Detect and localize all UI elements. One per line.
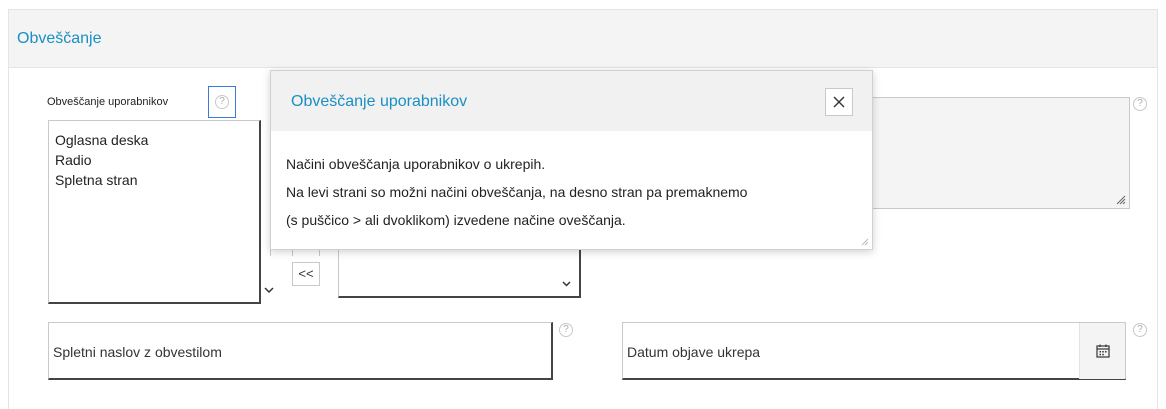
help-icon[interactable]: ? — [559, 323, 573, 337]
help-icon[interactable]: ? — [1133, 97, 1147, 111]
notifications-label: Obveščanje uporabnikov — [47, 96, 169, 108]
popup-close-button[interactable] — [825, 88, 853, 116]
available-options-list: Oglasna deska Radio Spletna stran — [49, 130, 148, 190]
popup-title: Obveščanje uporabnikov — [291, 93, 468, 110]
popup-text-line: Načini obveščanja uporabnikov o ukrepih. — [286, 156, 546, 172]
list-item[interactable]: Oglasna deska — [49, 130, 148, 150]
move-left-label: << — [298, 266, 314, 281]
help-popup: Obveščanje uporabnikov Načini obveščanja… — [270, 70, 873, 250]
date-placeholder: Datum objave ukrepa — [627, 344, 761, 360]
popup-text-line: Na levi strani so možni načini obveščanj… — [286, 184, 748, 200]
available-options-listbox[interactable]: Oglasna deska Radio Spletna stran — [48, 120, 261, 304]
notifications-help-button[interactable]: ? — [208, 86, 236, 118]
panel-title: Obveščanje — [17, 30, 102, 47]
help-icon[interactable]: ? — [1133, 323, 1147, 337]
resize-handle-icon[interactable] — [861, 238, 869, 246]
date-input[interactable]: Datum objave ukrepa — [622, 322, 1126, 380]
list-item[interactable]: Spletna stran — [49, 170, 148, 190]
panel-header: Obveščanje — [9, 10, 1157, 68]
description-textarea[interactable] — [862, 97, 1130, 209]
url-input[interactable]: Spletni naslov z obvestilom — [48, 322, 553, 380]
chevron-down-icon — [562, 281, 571, 287]
list-item[interactable]: Radio — [49, 150, 148, 170]
divider — [270, 250, 277, 256]
chevron-down-icon — [264, 287, 274, 294]
close-icon — [833, 96, 845, 108]
calendar-icon — [1096, 344, 1110, 358]
selected-options-listbox[interactable] — [338, 244, 581, 298]
help-icon: ? — [215, 95, 229, 109]
resize-handle-icon[interactable] — [1116, 195, 1126, 205]
calendar-button[interactable] — [1079, 323, 1125, 379]
url-placeholder: Spletni naslov z obvestilom — [53, 344, 222, 360]
popup-header: Obveščanje uporabnikov — [271, 71, 872, 131]
move-left-button[interactable]: << — [292, 262, 320, 286]
popup-body: Načini obveščanja uporabnikov o ukrepih.… — [286, 150, 747, 234]
popup-text-line: (s puščico > ali dvoklikom) izvedene nač… — [286, 212, 626, 228]
